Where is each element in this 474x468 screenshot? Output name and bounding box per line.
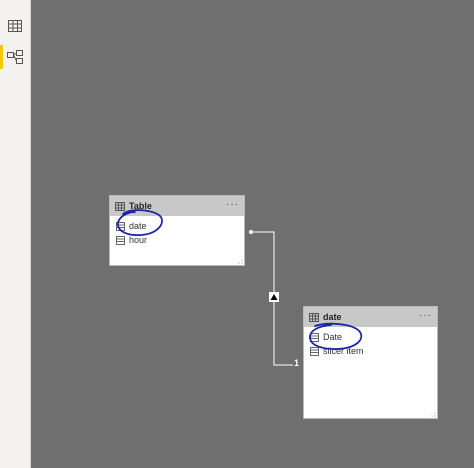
data-view-button[interactable] <box>0 11 30 41</box>
more-options-icon[interactable]: ··· <box>226 199 239 210</box>
many-side-dot <box>249 230 253 234</box>
field-row-date[interactable]: Date <box>304 330 437 344</box>
table-grid-icon <box>8 20 22 32</box>
field-row-slicer-item[interactable]: slicer item <box>304 344 437 358</box>
field-label: hour <box>129 235 148 245</box>
field-row-date[interactable]: date <box>110 219 244 233</box>
table-icon <box>309 312 319 322</box>
field-label: date <box>129 221 147 231</box>
more-options-icon[interactable]: ··· <box>419 310 432 321</box>
column-icon <box>116 221 125 231</box>
table-card-header[interactable]: date ··· <box>304 307 437 327</box>
one-side-label: 1 <box>294 358 300 368</box>
resize-grip-icon[interactable] <box>238 259 243 264</box>
table-card-title: date <box>323 312 342 322</box>
column-icon <box>310 332 319 342</box>
model-diagram-icon <box>7 50 23 64</box>
column-icon <box>310 346 319 356</box>
table-icon <box>115 201 125 211</box>
diagram-canvas[interactable]: 1 Table ··· date hour date ··· Date slic… <box>31 0 474 468</box>
table-card-table[interactable]: Table ··· date hour <box>109 195 245 266</box>
field-label: slicer item <box>323 346 364 356</box>
field-label: Date <box>323 332 343 342</box>
model-view-button[interactable] <box>0 42 30 72</box>
table-card-header[interactable]: Table ··· <box>110 196 244 216</box>
table-card-date[interactable]: date ··· Date slicer item <box>303 306 438 419</box>
model-view-app: 1 Table ··· date hour date ··· Date slic… <box>0 0 474 468</box>
view-sidebar <box>0 0 31 468</box>
resize-grip-icon[interactable] <box>431 412 436 417</box>
column-icon <box>116 235 125 245</box>
table-card-title: Table <box>129 201 152 211</box>
field-row-hour[interactable]: hour <box>110 233 244 247</box>
